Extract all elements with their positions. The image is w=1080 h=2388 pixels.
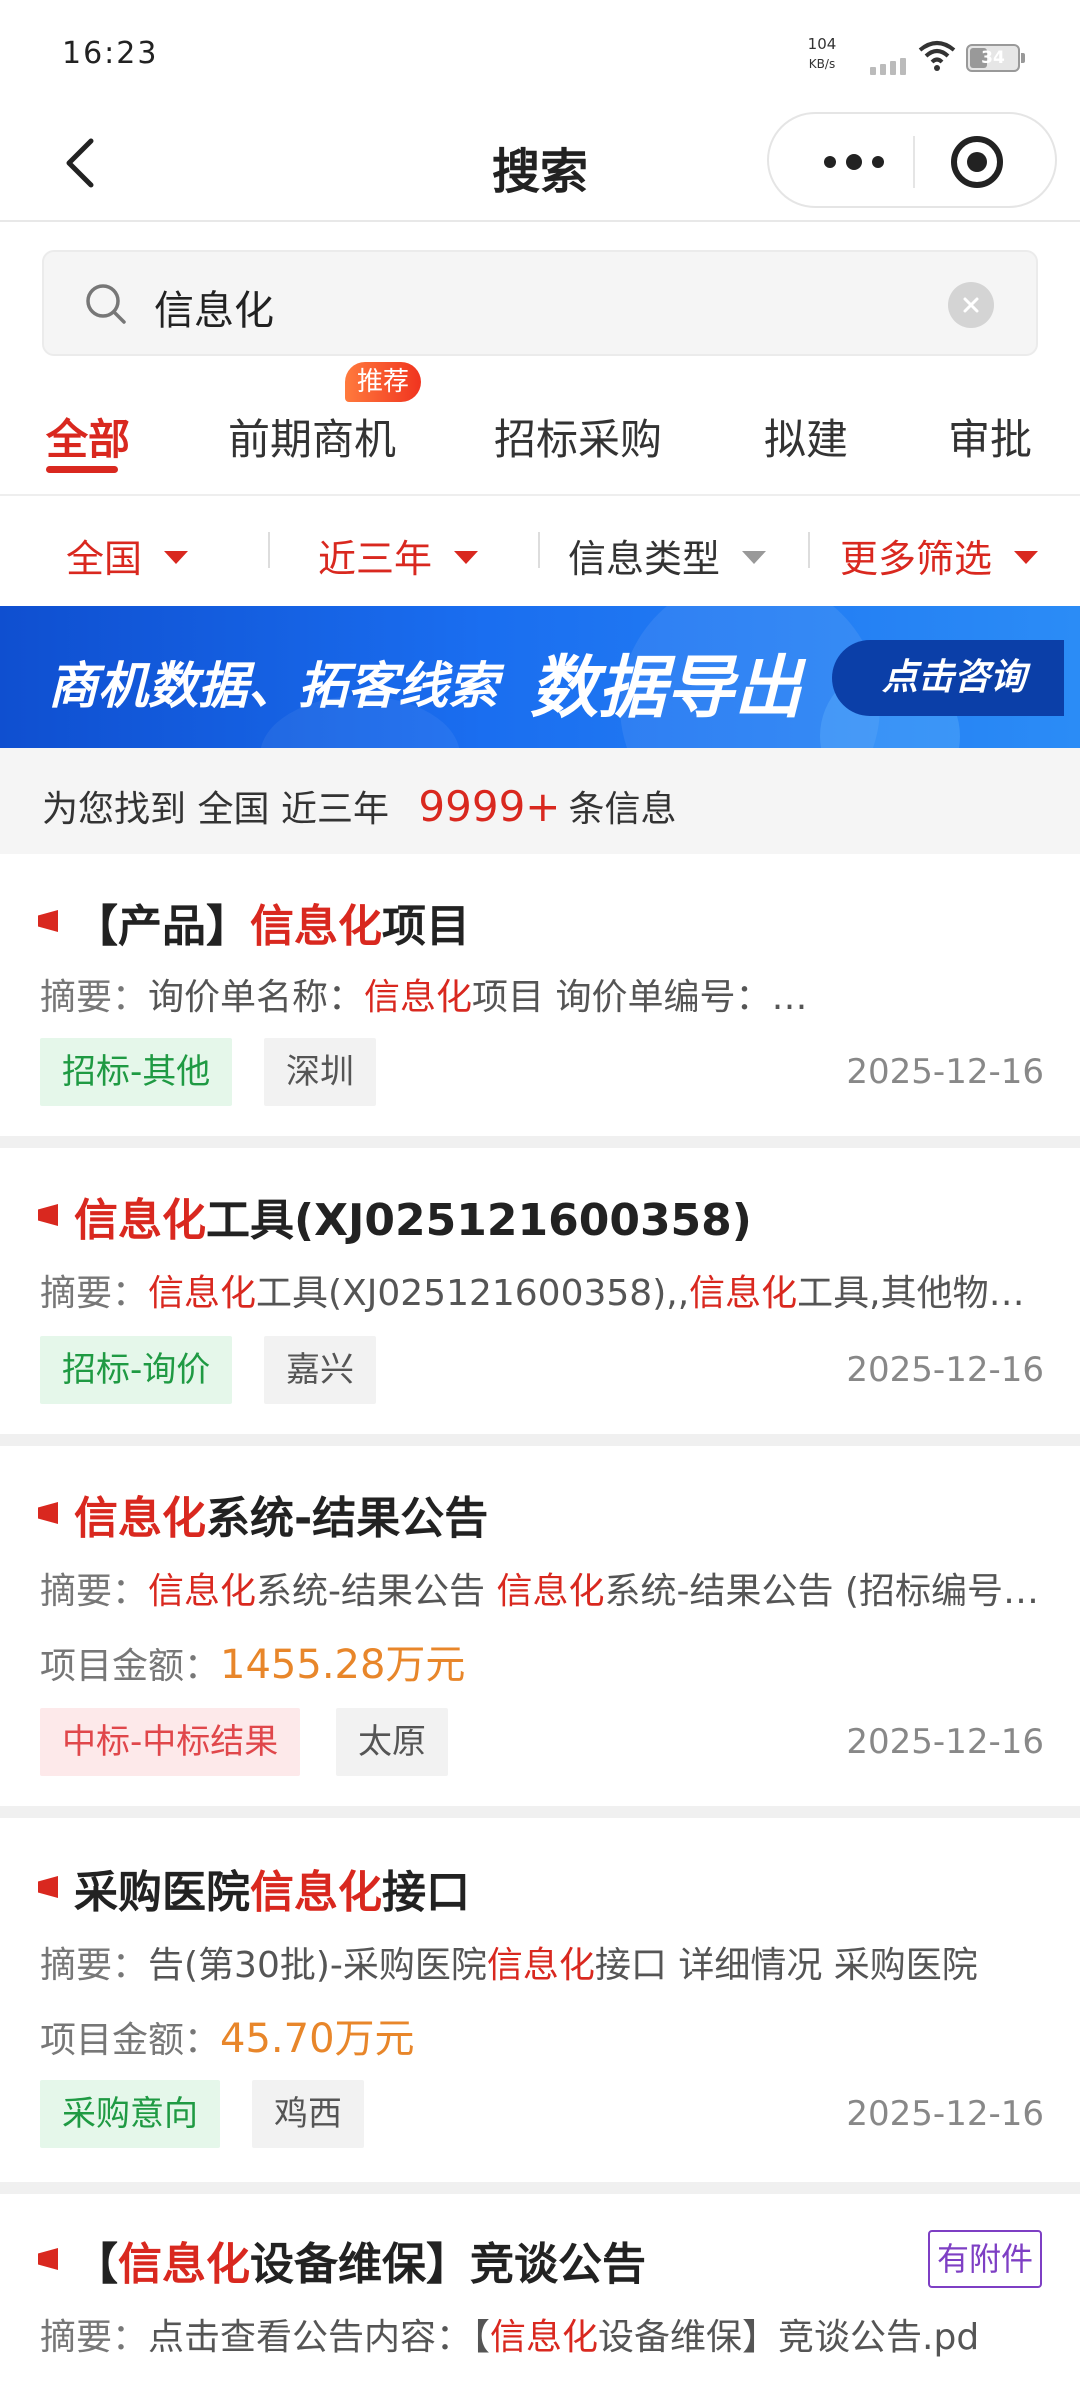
status-bar: 16:23 104 KB/s 34 [0,0,1080,110]
mini-program-capsule [767,112,1057,208]
clear-search-button[interactable] [948,282,994,328]
tab-proposed[interactable]: 拟建 [764,406,848,467]
result-abstract: 摘要：告(第30批)-采购医院信息化接口 详细情况 采购医院 [40,1945,978,1986]
result-city-tag: 鸡西 [252,2080,364,2148]
network-speed-value: 104 [807,35,837,53]
result-card[interactable]: 信息化系统-结果公告 摘要：信息化系统-结果公告 信息化系统-结果公告 (招标编… [0,1446,1080,1806]
more-dots-icon [824,154,884,170]
flag-icon [38,1204,58,1226]
caret-down-icon [454,551,479,564]
result-title: 【产品】信息化项目 [74,901,470,952]
export-banner[interactable]: 商机数据、拓客线索 数据导出 点击咨询 [0,606,1080,748]
result-type-tag: 招标-其他 [40,1038,233,1106]
result-date: 2025-12-16 [846,2094,1044,2134]
result-title: 信息化系统-结果公告 [74,1493,489,1544]
nav-bar: 搜索 [0,110,1080,222]
close-program-button[interactable] [947,132,1007,192]
target-icon [951,136,1003,188]
card-separator [0,1434,1080,1446]
more-button[interactable] [809,142,899,182]
search-input[interactable]: 信息化 [154,278,274,336]
capsule-divider [913,136,915,188]
filter-divider [808,532,810,568]
battery-icon: 34 [966,44,1025,72]
result-date: 2025-12-16 [846,1350,1044,1390]
filter-region[interactable]: 全国 [66,528,189,583]
filter-more-label: 更多筛选 [840,537,993,581]
amount-value: 45.70万元 [220,2016,415,2062]
result-title: 信息化工具(XJ025121600358) [74,1195,752,1246]
result-abstract: 摘要：询价单名称：信息化项目 询价单编号：… [40,977,808,1018]
card-separator [0,1136,1080,1148]
filter-period-label: 近三年 [318,537,433,581]
tab-tender-procurement[interactable]: 招标采购 [494,406,662,467]
caret-down-icon [742,551,767,564]
search-box[interactable]: 信息化 [42,250,1038,356]
result-type-tag: 招标-询价 [40,1336,233,1404]
result-type-tag: 采购意向 [40,2080,220,2148]
filter-info-type[interactable]: 信息类型 [568,528,767,583]
network-speed: 104 KB/s [800,34,844,74]
filter-divider [268,532,270,568]
search-icon [86,284,126,324]
result-abstract: 摘要：信息化工具(XJ025121600358),,信息化工具,其他物资_… [40,1273,1044,1314]
recommend-badge: 推荐 [345,362,422,402]
tab-all[interactable]: 全部 [46,406,130,467]
active-tab-indicator [46,466,118,473]
result-type-tag: 中标-中标结果 [40,1708,301,1776]
result-city-tag: 太原 [336,1708,448,1776]
wifi-icon [918,41,956,71]
flag-icon [38,1502,58,1524]
result-city-tag: 嘉兴 [264,1336,376,1404]
summary-region: 全国 [197,789,270,830]
filter-period[interactable]: 近三年 [318,528,479,583]
caret-down-icon [164,551,189,564]
status-time: 16:23 [62,36,159,71]
result-card[interactable]: 信息化工具(XJ025121600358) 摘要：信息化工具(XJ0251216… [0,1148,1080,1434]
result-summary: 为您找到 全国 近三年 9999+ 条信息 [0,748,1080,854]
result-abstract: 摘要：点击查看公告内容：【信息化设备维保】竞谈公告.pd [40,2317,980,2358]
consult-button[interactable]: 点击咨询 [832,640,1064,716]
filter-divider [538,532,540,568]
result-date: 2025-12-16 [846,1722,1044,1762]
filter-bar: 全国 近三年 信息类型 更多筛选 [0,498,1080,606]
signal-icon [870,58,906,75]
result-abstract: 摘要：信息化系统-结果公告 信息化系统-结果公告 (招标编号… [40,1571,1039,1612]
search-page: 16:23 104 KB/s 34 搜索 信息化 全部 前期商机 推荐 招标采购… [0,0,1080,2388]
category-tabs: 全部 前期商机 推荐 招标采购 拟建 审批 [0,362,1080,496]
summary-prefix: 为您找到 [42,789,187,830]
battery-level: 34 [981,48,1005,68]
caret-down-icon [1014,551,1039,564]
result-card[interactable]: 【产品】信息化项目 摘要：询价单名称：信息化项目 询价单编号：… 招标-其他 深… [0,854,1080,1136]
result-card[interactable]: 【信息化设备维保】竞谈公告 有附件 摘要：点击查看公告内容：【信息化设备维保】竞… [0,2194,1080,2388]
card-separator [0,1806,1080,1818]
attachment-badge: 有附件 [928,2230,1042,2288]
card-separator [0,2182,1080,2194]
summary-suffix: 条信息 [568,789,677,830]
banner-highlight: 数据导出 [530,649,803,728]
result-title: 【信息化设备维保】竞谈公告 [74,2239,646,2290]
flag-icon [38,910,58,932]
close-icon [963,297,979,313]
amount-value: 1455.28万元 [220,1642,466,1688]
filter-info-type-label: 信息类型 [568,537,721,581]
summary-period: 近三年 [280,789,389,830]
result-city-tag: 深圳 [264,1038,376,1106]
result-title: 采购医院信息化接口 [74,1867,470,1918]
filter-more[interactable]: 更多筛选 [840,528,1039,583]
tab-early-opportunity[interactable]: 前期商机 [228,406,396,467]
project-amount: 项目金额：1455.28万元 [40,1642,466,1688]
flag-icon [38,1876,58,1898]
result-card[interactable]: 采购医院信息化接口 摘要：告(第30批)-采购医院信息化接口 详细情况 采购医院… [0,1818,1080,2182]
filter-region-label: 全国 [66,537,143,581]
tab-approval[interactable]: 审批 [948,406,1032,467]
result-count: 9999+ [418,782,561,831]
result-date: 2025-12-16 [846,1052,1044,1092]
network-speed-unit: KB/s [808,57,836,71]
project-amount: 项目金额：45.70万元 [40,2016,415,2062]
banner-text: 商机数据、拓客线索 [48,657,498,715]
flag-icon [38,2248,58,2270]
